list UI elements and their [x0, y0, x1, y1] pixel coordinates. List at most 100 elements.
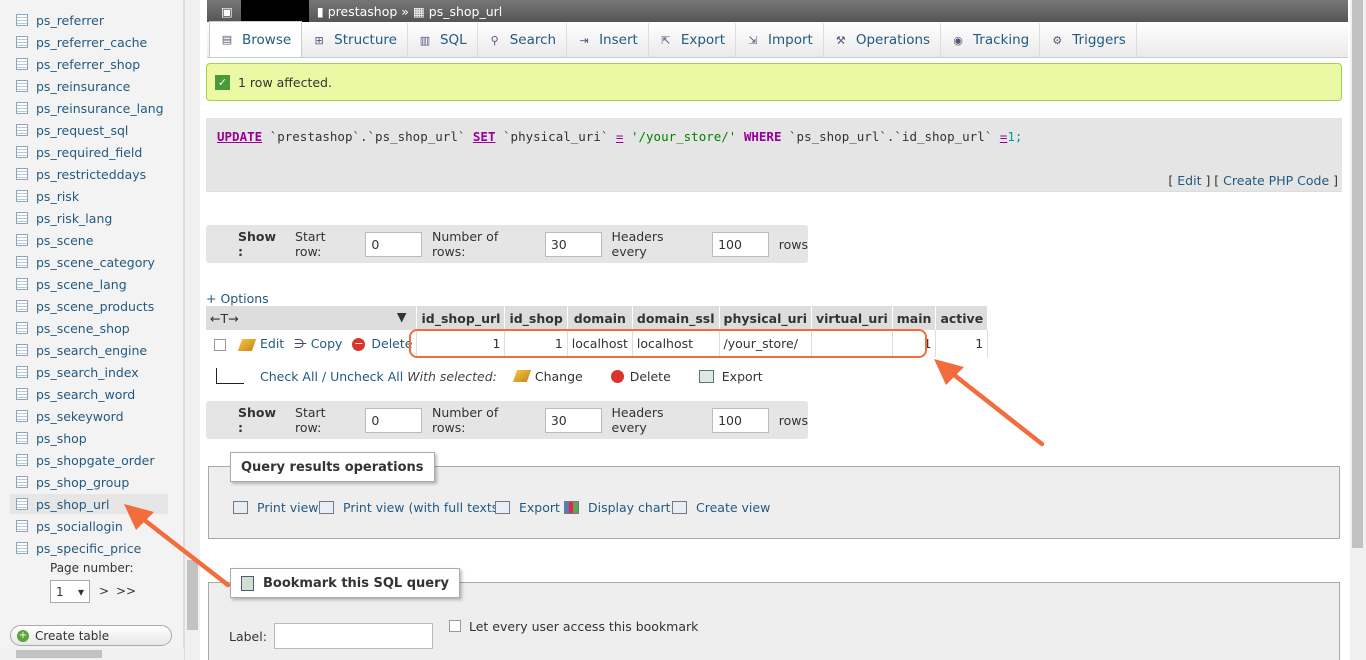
sidebar-item[interactable]: ps_shop	[10, 428, 168, 448]
tab-import[interactable]: ⇲ Import	[736, 23, 824, 57]
column-header[interactable]: id_shop	[504, 306, 568, 330]
export-selected-button[interactable]: Export	[722, 369, 763, 384]
tab-insert[interactable]: ⇥ Insert	[567, 23, 649, 57]
create-view-link[interactable]: Create view	[672, 500, 770, 515]
page-number-select[interactable]: 1 ▾	[50, 580, 90, 603]
next-page-link[interactable]: >	[99, 584, 109, 598]
table-icon[interactable]	[16, 410, 28, 422]
tab-tracking[interactable]: ◉ Tracking	[941, 23, 1041, 57]
sidebar-item[interactable]: ps_shop_url	[10, 494, 168, 514]
column-sort-arrows[interactable]: ←T→	[210, 311, 239, 326]
table-cell[interactable]: 1	[892, 330, 937, 357]
sidebar-item[interactable]: ps_referrer_cache	[10, 32, 168, 52]
start-row-input[interactable]: 0	[365, 231, 422, 257]
sidebar-item[interactable]: ps_referrer_shop	[10, 54, 168, 74]
table-cell[interactable]: 1	[935, 330, 989, 357]
table-cell[interactable]: localhost	[567, 330, 633, 357]
options-link[interactable]: + Options	[206, 291, 269, 306]
sidebar-item[interactable]: ps_reinsurance	[10, 76, 168, 96]
sidebar-scrollbar[interactable]	[184, 0, 200, 660]
sidebar-horizontal-scroll-thumb[interactable]	[16, 650, 102, 658]
sidebar-item[interactable]: ps_required_field	[10, 142, 168, 162]
column-header[interactable]: id_shop_url	[416, 306, 506, 330]
export-results-link[interactable]: Export	[495, 500, 560, 515]
delete-row-link[interactable]: Delete	[371, 336, 412, 351]
table-icon[interactable]	[16, 498, 28, 510]
sidebar-item[interactable]: ps_scene_products	[10, 296, 168, 316]
print-view-full-link[interactable]: Print view (with full texts)	[319, 500, 503, 515]
main-scroll-thumb[interactable]	[1352, 0, 1363, 548]
change-selected-button[interactable]: Change	[535, 369, 583, 384]
number-of-rows-input[interactable]: 30	[544, 407, 602, 433]
sidebar-item[interactable]: ps_referrer	[10, 10, 168, 30]
table-cell[interactable]: localhost	[632, 330, 720, 357]
tab-structure[interactable]: ⊞ Structure	[302, 23, 408, 57]
start-row-input[interactable]: 0	[365, 407, 422, 433]
table-icon[interactable]	[16, 36, 28, 48]
bookmark-label-input[interactable]	[274, 623, 433, 649]
table-icon[interactable]	[16, 322, 28, 334]
tab-triggers[interactable]: ⚙ Triggers	[1040, 23, 1137, 57]
create-table-button[interactable]: + Create table	[10, 625, 172, 646]
column-header[interactable]: domain	[567, 306, 633, 330]
table-icon[interactable]	[16, 542, 28, 554]
sidebar-item[interactable]: ps_shop_group	[10, 472, 168, 492]
sort-dropdown-icon[interactable]: ▼	[397, 309, 407, 324]
sidebar-item[interactable]: ps_search_engine	[10, 340, 168, 360]
table-icon[interactable]	[16, 476, 28, 488]
sidebar-horizontal-scrollbar[interactable]	[0, 648, 184, 660]
number-of-rows-input[interactable]: 30	[544, 231, 602, 257]
table-icon[interactable]	[16, 366, 28, 378]
column-header[interactable]: domain_ssl	[632, 306, 720, 330]
table-cell[interactable]: 1	[416, 330, 506, 357]
sidebar-item[interactable]: ps_sociallogin	[10, 516, 168, 536]
sidebar-item[interactable]: ps_scene_category	[10, 252, 168, 272]
table-icon[interactable]	[16, 344, 28, 356]
check-all-link[interactable]: Check All / Uncheck All	[260, 369, 403, 384]
tab-sql[interactable]: ▥ SQL	[408, 23, 478, 57]
table-icon[interactable]	[16, 212, 28, 224]
column-header[interactable]: physical_uri	[719, 306, 812, 330]
edit-sql-link[interactable]: Edit	[1177, 173, 1201, 188]
headers-every-input[interactable]: 100	[712, 231, 769, 257]
last-page-link[interactable]: >>	[116, 584, 136, 598]
breadcrumb-database[interactable]: prestashop	[328, 4, 398, 19]
sidebar-item[interactable]: ps_risk_lang	[10, 208, 168, 228]
sidebar-item[interactable]: ps_shopgate_order	[10, 450, 168, 470]
sidebar-item[interactable]: ps_scene_shop	[10, 318, 168, 338]
sidebar-item[interactable]: ps_scene	[10, 230, 168, 250]
table-icon[interactable]	[16, 146, 28, 158]
breadcrumb-table[interactable]: ps_shop_url	[429, 4, 503, 19]
table-icon[interactable]	[16, 190, 28, 202]
column-header[interactable]: main	[892, 306, 937, 330]
table-icon[interactable]	[16, 58, 28, 70]
table-icon[interactable]	[16, 102, 28, 114]
create-php-code-link[interactable]: Create PHP Code	[1223, 173, 1329, 188]
table-icon[interactable]	[16, 278, 28, 290]
display-chart-link[interactable]: Display chart	[564, 500, 671, 515]
table-icon[interactable]	[16, 300, 28, 312]
sidebar-scroll-thumb[interactable]	[187, 560, 198, 630]
table-cell[interactable]	[811, 330, 893, 357]
sidebar-item[interactable]: ps_search_word	[10, 384, 168, 404]
table-cell[interactable]: /your_store/	[719, 330, 812, 357]
tab-operations[interactable]: ⚒ Operations	[824, 23, 942, 57]
print-view-link[interactable]: Print view	[233, 500, 319, 515]
column-header[interactable]: active	[935, 306, 989, 330]
table-cell[interactable]: 1	[504, 330, 568, 357]
table-icon[interactable]	[16, 80, 28, 92]
main-scrollbar[interactable]	[1350, 0, 1366, 660]
table-icon[interactable]	[16, 388, 28, 400]
copy-row-link[interactable]: Copy	[311, 336, 343, 351]
headers-every-input[interactable]: 100	[712, 407, 769, 433]
table-icon[interactable]	[16, 234, 28, 246]
tab-search[interactable]: ⚲ Search	[478, 23, 568, 57]
sidebar-item[interactable]: ps_specific_price	[10, 538, 168, 558]
sidebar-item[interactable]: ps_scene_lang	[10, 274, 168, 294]
sidebar-item[interactable]: ps_restricteddays	[10, 164, 168, 184]
table-icon[interactable]	[16, 454, 28, 466]
delete-selected-button[interactable]: Delete	[630, 369, 671, 384]
share-bookmark-checkbox[interactable]	[449, 620, 461, 632]
sidebar-item[interactable]: ps_search_index	[10, 362, 168, 382]
sidebar-item[interactable]: ps_risk	[10, 186, 168, 206]
